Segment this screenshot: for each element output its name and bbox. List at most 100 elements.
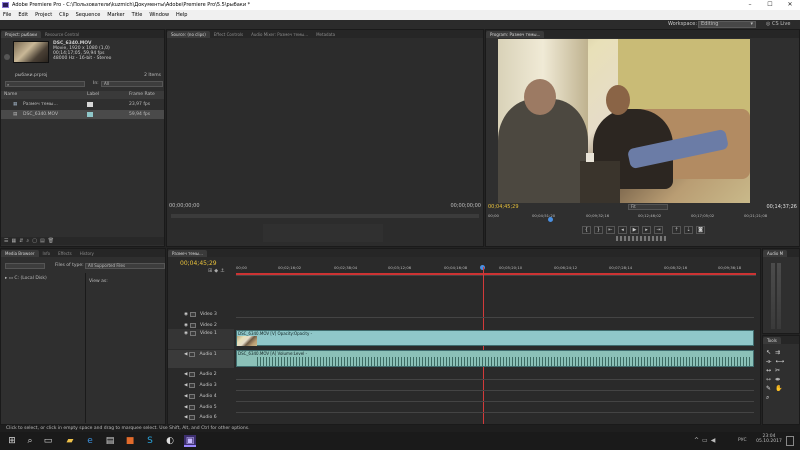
track-header-audio-3[interactable]: ◀ Audio 3 [168, 380, 234, 390]
program-timecode-left[interactable]: 00;04;45;29 [488, 204, 519, 210]
lock-icon[interactable] [189, 352, 196, 357]
source-timecode-left[interactable]: 00;00;00;00 [169, 203, 200, 209]
menu-marker[interactable]: Marker [107, 10, 124, 20]
track-header-audio-5[interactable]: ◀ Audio 5 [168, 402, 234, 412]
track-header-audio-6[interactable]: ◀ Audio 6 [168, 412, 234, 422]
search-icon[interactable]: ⌕ [24, 435, 36, 447]
eye-icon[interactable]: ◉ [184, 323, 188, 328]
project-item-row[interactable]: ▦ Размеч темы... 23,97 fps [1, 100, 164, 109]
notifications-icon[interactable] [786, 436, 794, 446]
menu-project[interactable]: Project [35, 10, 52, 20]
lock-icon[interactable] [189, 404, 196, 410]
lock-icon[interactable] [189, 393, 196, 399]
razor-tool-icon[interactable]: ✂ [775, 367, 784, 374]
menu-title[interactable]: Title [132, 10, 143, 20]
go-to-in-button[interactable]: ⇤ [606, 226, 615, 234]
video-clip[interactable]: DSC_6340.MOV [V] Opacity:Opacity - [236, 330, 754, 346]
speaker-icon[interactable]: ◀ [184, 415, 187, 420]
cs-live-button[interactable]: ◎ CS Live [766, 21, 790, 27]
skype-icon[interactable]: S [144, 435, 156, 447]
jog-shuttle[interactable] [616, 236, 666, 241]
playhead-marker[interactable] [548, 217, 553, 222]
play-button[interactable]: ▶ [630, 226, 639, 234]
lift-button[interactable]: ⇡ [672, 226, 681, 234]
work-area-bar[interactable] [236, 273, 756, 275]
input-language[interactable]: РУС [738, 438, 747, 443]
menu-window[interactable]: Window [149, 10, 169, 20]
rolling-edit-tool-icon[interactable]: ⟷ [775, 358, 788, 365]
link-icon[interactable]: ⚓ [220, 268, 226, 274]
track-header-audio-4[interactable]: ◀ Audio 4 [168, 391, 234, 401]
tab-media-browser[interactable]: Media Browser [1, 250, 39, 257]
col-name[interactable]: Name [4, 91, 17, 99]
slide-tool-icon[interactable]: ⇼ [775, 376, 784, 383]
lock-icon[interactable] [189, 311, 196, 317]
tab-history[interactable]: History [76, 250, 98, 257]
tab-project[interactable]: Project: рыбаки [1, 31, 41, 38]
pen-tool-icon[interactable]: ✎ [766, 385, 775, 392]
track-header-video-3[interactable]: ◉ Video 3 [168, 309, 234, 319]
tab-tools[interactable]: Tools [763, 337, 781, 344]
app-icon-media[interactable]: ◐ [164, 435, 176, 447]
eye-icon[interactable]: ◉ [184, 312, 188, 317]
speaker-icon[interactable]: ◀ [184, 394, 187, 399]
in-select[interactable]: All [101, 81, 163, 87]
tab-timeline-sequence[interactable]: Размеч темы... [168, 250, 207, 257]
selection-tool-icon[interactable]: ↖ [766, 349, 775, 356]
step-back-button[interactable]: ◂ [618, 226, 627, 234]
minimize-button[interactable]: – [740, 0, 760, 10]
disk-item[interactable]: ▸ ▭ C: (Local Disk) [5, 276, 47, 281]
speaker-icon[interactable]: ◀ [184, 383, 187, 388]
lock-icon[interactable] [189, 331, 196, 336]
export-frame-button[interactable]: ◙ [696, 226, 705, 234]
hand-tool-icon[interactable]: ✋ [775, 385, 786, 392]
menu-clip[interactable]: Clip [59, 10, 68, 20]
tab-effects[interactable]: Effects [54, 250, 76, 257]
start-button[interactable]: ⊞ [6, 435, 18, 447]
track-header-audio-2[interactable]: ◀ Audio 2 [168, 369, 234, 379]
premiere-taskbar-icon[interactable]: ▣ [184, 435, 196, 447]
mark-out-button[interactable]: } [594, 226, 603, 234]
lock-icon[interactable] [189, 371, 196, 377]
menu-sequence[interactable]: Sequence [76, 10, 101, 20]
project-search-input[interactable]: ⌕ [5, 81, 85, 87]
speaker-icon[interactable]: ◀ [184, 352, 187, 357]
program-ruler[interactable]: 00;00 00;04;51;20 00;09;32;16 00;12;46;0… [488, 213, 799, 223]
task-view-icon[interactable]: ▭ [42, 435, 54, 447]
tab-audio-master[interactable]: Audio M [763, 250, 788, 257]
source-scrubber[interactable] [171, 214, 479, 218]
menu-file[interactable]: File [3, 10, 11, 20]
track-select-tool-icon[interactable]: ⇉ [775, 349, 784, 356]
trash-icon[interactable]: 🗑 [48, 238, 57, 244]
col-frame-rate[interactable]: Frame Rate [129, 91, 155, 99]
menu-edit[interactable]: Edit [18, 10, 28, 20]
timeline-ruler[interactable]: 00;00 00;02;16;02 00;02;38;04 00;03;12;0… [236, 259, 756, 276]
lock-icon[interactable] [189, 414, 196, 420]
new-bin-icon[interactable]: ▢ [32, 238, 40, 244]
timeline-timecode[interactable]: 00;04;45;29 [180, 260, 217, 267]
lock-icon[interactable] [189, 382, 196, 388]
app-icon-orange[interactable]: ■ [124, 435, 136, 447]
new-item-icon[interactable]: ▤ [40, 238, 48, 244]
track-header-audio-1[interactable]: ◀ Audio 1 [168, 350, 234, 368]
audio-clip[interactable]: DSC_6340.MOV [A] Volume:Level - [236, 350, 754, 367]
zoom-select[interactable]: Fit [628, 204, 668, 210]
tab-audio-mixer[interactable]: Audio Mixer: Размеч темы... [247, 31, 312, 38]
maximize-button[interactable]: ☐ [760, 0, 780, 10]
lock-icon[interactable] [189, 322, 196, 328]
tab-info[interactable]: Info [39, 250, 55, 257]
clock[interactable]: 23:04 05.10.2017 [756, 434, 782, 444]
tab-effect-controls[interactable]: Effect Controls [210, 31, 247, 38]
eye-icon[interactable]: ◉ [184, 331, 188, 336]
track-header-video-1[interactable]: ◉ Video 1 [168, 329, 234, 349]
location-select[interactable] [5, 263, 45, 269]
play-thumbnail-icon[interactable] [4, 54, 10, 60]
extract-button[interactable]: ⇣ [684, 226, 693, 234]
files-of-type-select[interactable]: All Supported Files [85, 263, 165, 269]
zoom-tool-icon[interactable]: ⌕ [766, 394, 773, 401]
tray-icons[interactable]: ^▭◀ [694, 437, 718, 444]
tab-program[interactable]: Program: Размеч темы... [486, 31, 545, 38]
rate-stretch-tool-icon[interactable]: ↔ [766, 367, 775, 374]
tab-metadata[interactable]: Metadata [312, 31, 339, 38]
tab-source[interactable]: Source: (no clips) [167, 31, 210, 38]
